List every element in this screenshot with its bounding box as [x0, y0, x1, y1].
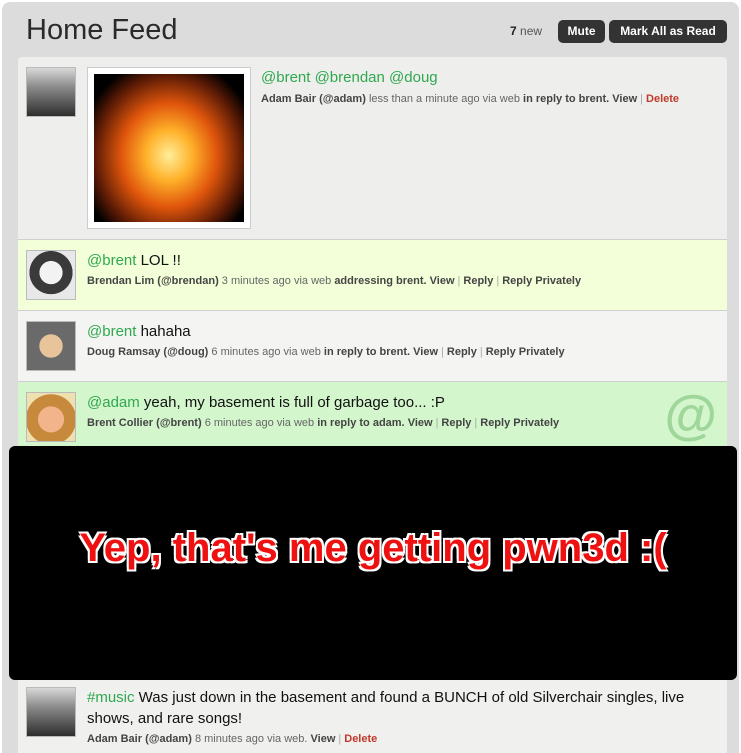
reply-info[interactable]: addressing brent.	[334, 275, 426, 287]
feed-entry: @brent LOL !! Brendan Lim (@brendan) 3 m…	[18, 240, 727, 311]
entry-text: #music Was just down in the basement and…	[87, 687, 697, 729]
caption-overlay: Yep, that's me getting pwn3d :(	[9, 446, 737, 680]
mention-link[interactable]: @brent	[87, 323, 136, 340]
new-count-number: 7	[510, 24, 517, 38]
mention-link[interactable]: @brent @brendan @doug	[261, 69, 438, 86]
entry-meta: Doug Ramsay (@doug) 6 minutes ago via we…	[87, 346, 565, 358]
page-title: Home Feed	[26, 14, 178, 46]
entry-meta: Adam Bair (@adam) 8 minutes ago via web.…	[87, 733, 378, 745]
entry-text: @adam yeah, my basement is full of garba…	[87, 394, 445, 411]
avatar[interactable]	[26, 67, 76, 117]
at-sign-icon: @	[664, 385, 717, 445]
feed-entry: @brent hahaha Doug Ramsay (@doug) 6 minu…	[18, 311, 727, 382]
author-name[interactable]: Brent Collier (@brent)	[87, 417, 202, 429]
entry-body: Was just down in the basement and found …	[87, 689, 685, 727]
timestamp: 3 minutes ago via web	[221, 275, 332, 287]
entry-meta: Brent Collier (@brent) 6 minutes ago via…	[87, 417, 560, 429]
view-link[interactable]: View	[408, 417, 433, 429]
mute-button[interactable]: Mute	[558, 20, 605, 43]
view-link[interactable]: View	[413, 346, 438, 358]
mark-all-read-button[interactable]: Mark All as Read	[609, 20, 727, 43]
avatar[interactable]	[26, 392, 76, 442]
reply-info[interactable]: in reply to brent.	[324, 346, 410, 358]
reply-privately-link[interactable]: Reply Privately	[502, 275, 581, 287]
mention-link[interactable]: @adam	[87, 394, 140, 411]
entry-meta: Adam Bair (@adam) less than a minute ago…	[261, 93, 680, 105]
delete-link[interactable]: Delete	[646, 93, 679, 105]
reply-privately-link[interactable]: Reply Privately	[486, 346, 565, 358]
new-count-badge: 7 new	[510, 24, 542, 38]
entry-body: hahaha	[136, 323, 191, 340]
avatar[interactable]	[26, 250, 76, 300]
reply-privately-link[interactable]: Reply Privately	[480, 417, 559, 429]
avatar[interactable]	[26, 321, 76, 371]
reply-link[interactable]: Reply	[441, 417, 471, 429]
feed-entry: @brent @brendan @doug Adam Bair (@adam) …	[18, 57, 727, 240]
entry-body: LOL !!	[136, 252, 181, 269]
author-name[interactable]: Brendan Lim (@brendan)	[87, 275, 219, 287]
timestamp: 8 minutes ago via web.	[194, 733, 308, 745]
entry-text: @brent LOL !!	[87, 252, 181, 269]
view-link[interactable]: View	[311, 733, 336, 745]
feed-entry: @adam yeah, my basement is full of garba…	[18, 382, 727, 452]
view-link[interactable]: View	[612, 93, 637, 105]
attached-image[interactable]	[87, 67, 251, 229]
delete-link[interactable]: Delete	[344, 733, 377, 745]
explosion-image	[94, 74, 244, 222]
reply-link[interactable]: Reply	[463, 275, 493, 287]
author-name[interactable]: Doug Ramsay (@doug)	[87, 346, 208, 358]
overlay-caption: Yep, that's me getting pwn3d :(	[79, 526, 667, 570]
reply-info[interactable]: in reply to brent.	[523, 93, 609, 105]
entry-meta: Brendan Lim (@brendan) 3 minutes ago via…	[87, 275, 582, 287]
mention-link[interactable]: @brent	[87, 252, 136, 269]
reply-link[interactable]: Reply	[447, 346, 477, 358]
timestamp: 6 minutes ago via web	[211, 346, 321, 358]
view-link[interactable]: View	[430, 275, 455, 287]
entry-text: @brent hahaha	[87, 323, 191, 340]
avatar[interactable]	[26, 687, 76, 737]
feed-entry: #music Was just down in the basement and…	[18, 677, 727, 753]
entry-body: yeah, my basement is full of garbage too…	[139, 394, 445, 411]
author-name[interactable]: Adam Bair (@adam)	[261, 93, 366, 105]
timestamp: 6 minutes ago via web	[204, 417, 315, 429]
author-name[interactable]: Adam Bair (@adam)	[87, 733, 192, 745]
timestamp: less than a minute ago via web	[368, 93, 520, 105]
new-count-label: new	[520, 24, 543, 38]
hashtag-link[interactable]: #music	[87, 689, 135, 706]
reply-info[interactable]: in reply to adam.	[317, 417, 404, 429]
entry-text: @brent @brendan @doug	[261, 69, 438, 86]
